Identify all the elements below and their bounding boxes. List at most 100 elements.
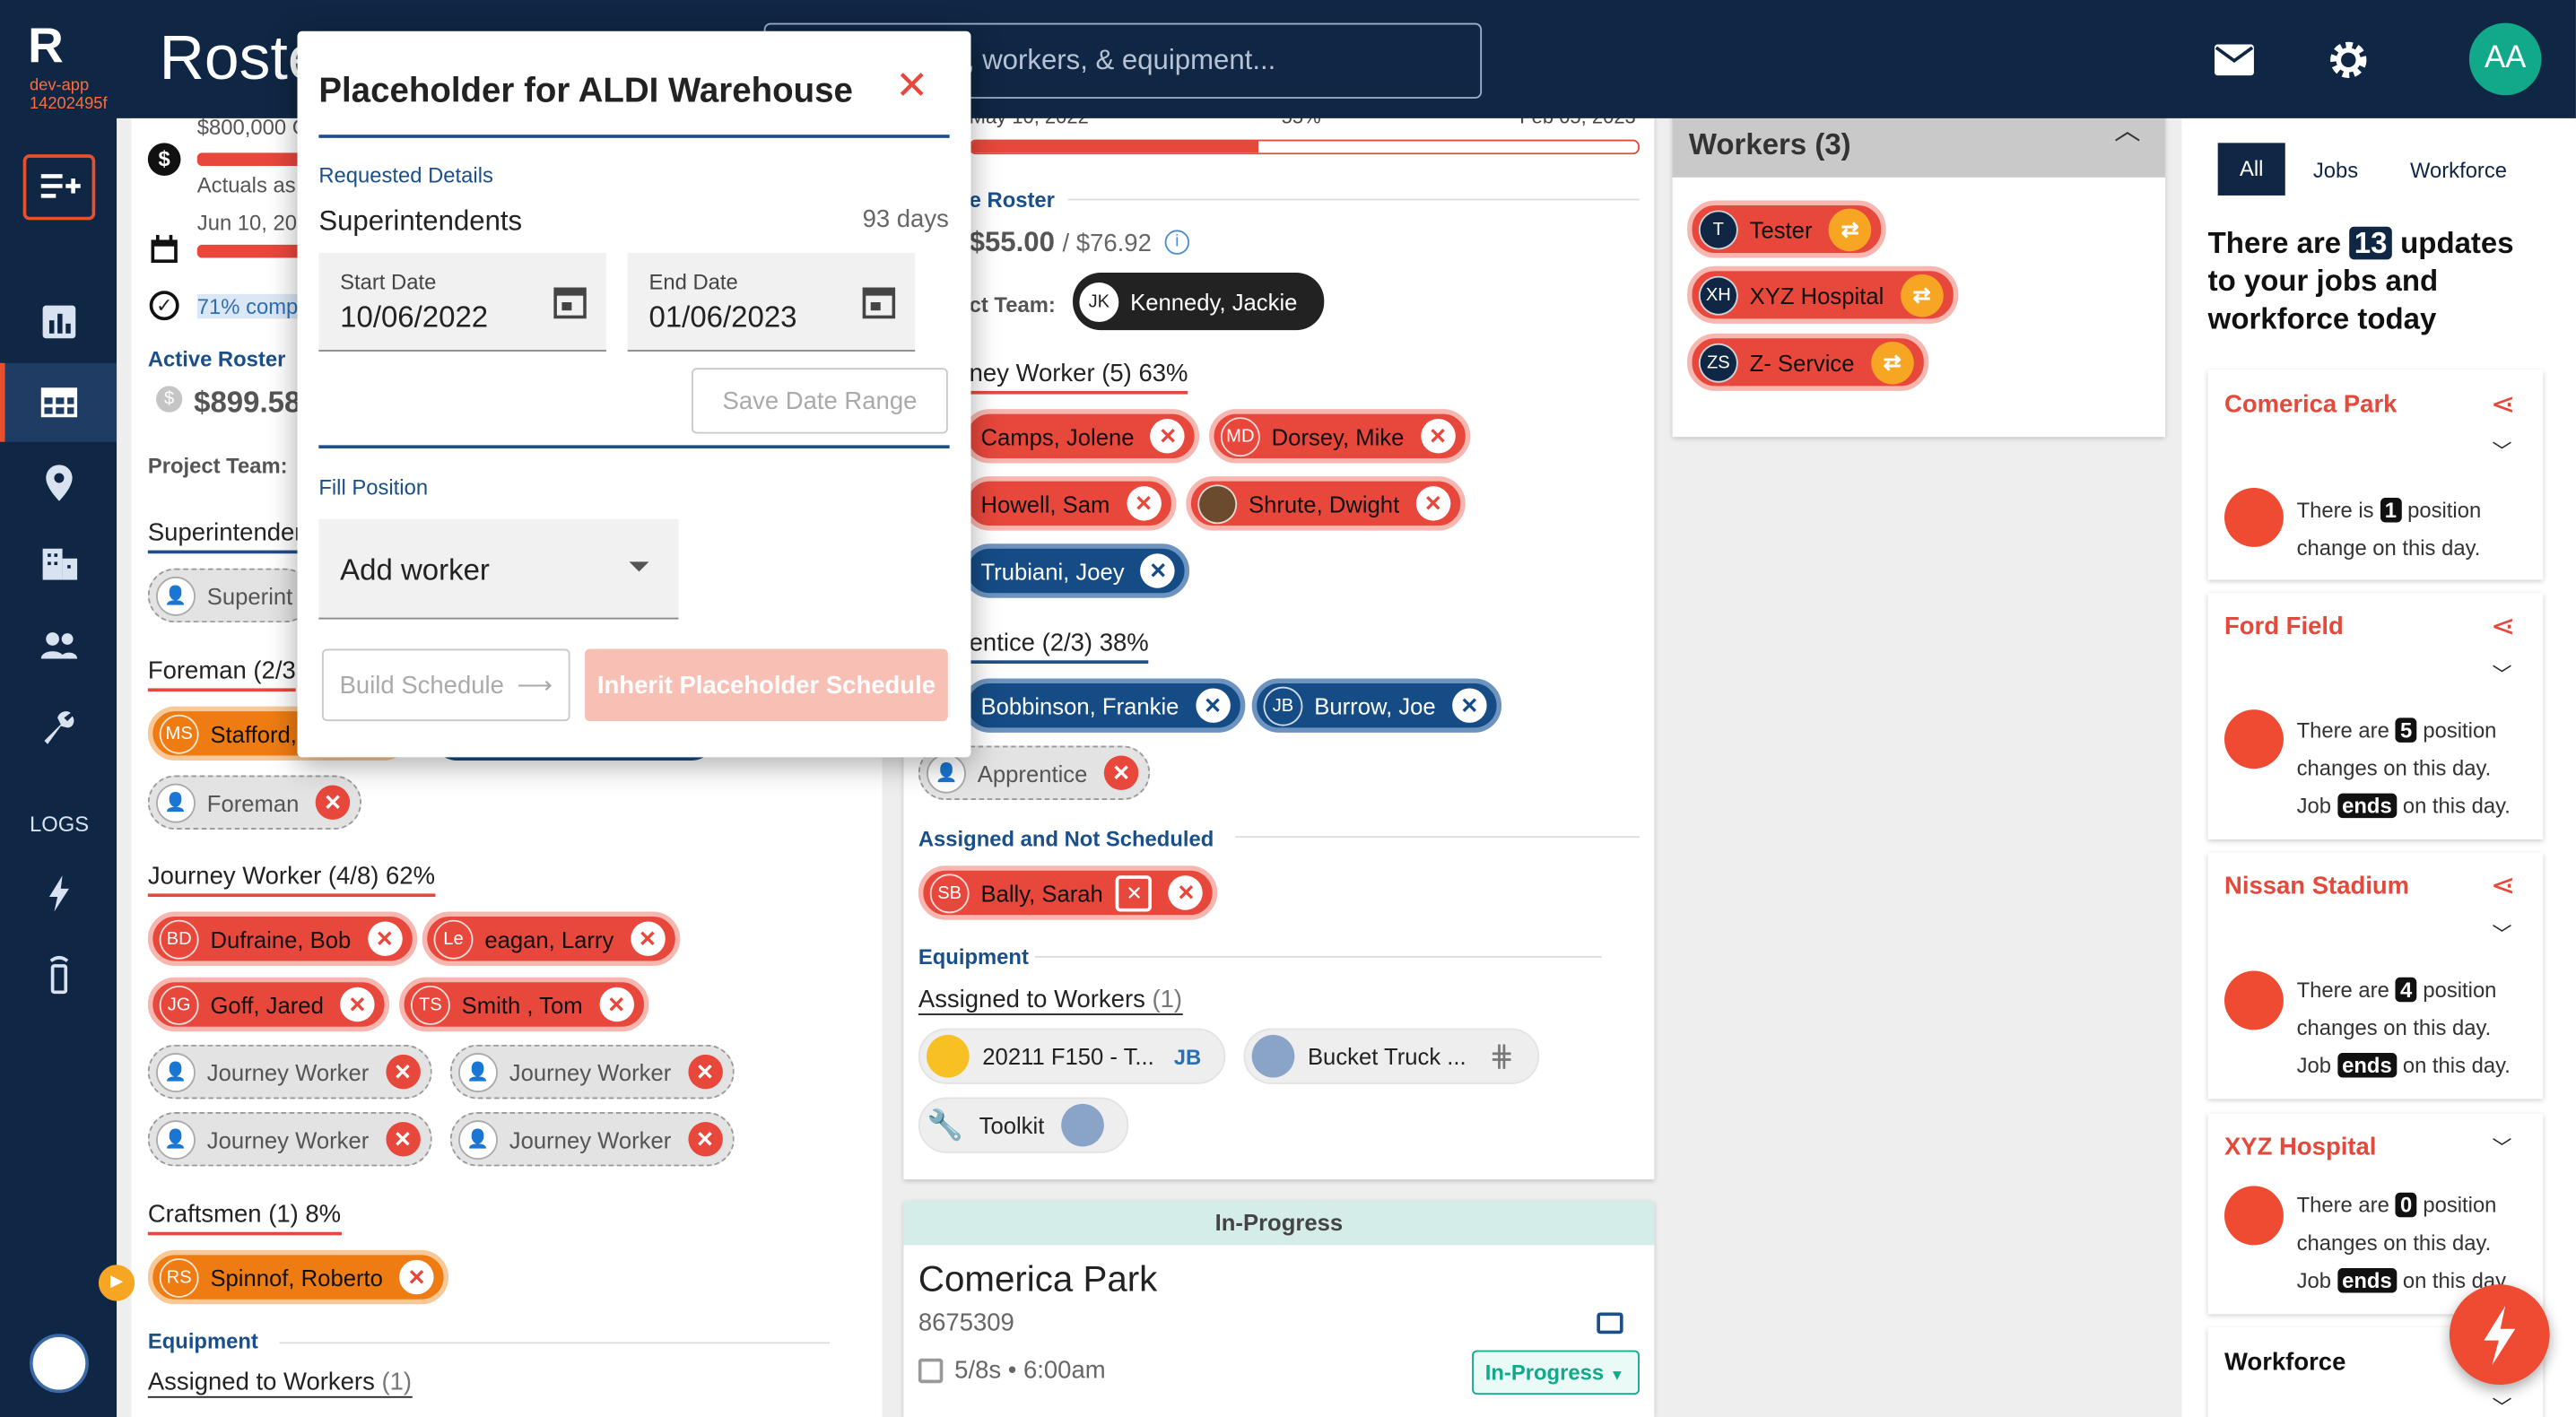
avatar <box>2224 487 2284 547</box>
remove-icon[interactable]: ✕ <box>1420 419 1456 454</box>
remove-icon[interactable]: ✕ <box>1140 553 1176 588</box>
worker-chip[interactable]: TS Smith , Tom ✕ <box>399 977 648 1032</box>
remove-icon[interactable]: ✕ <box>1195 688 1231 723</box>
worker-chip[interactable]: MD Dorsey, Mike ✕ <box>1209 409 1470 464</box>
remove-icon[interactable]: ✕ <box>367 921 403 956</box>
journey-placeholder-chip[interactable]: 👤 Journey Worker ✕ <box>449 1111 734 1167</box>
worker-chip[interactable]: Shrute, Dwight ✕ <box>1186 476 1466 531</box>
worker-chip[interactable]: Le eagan, Larry ✕ <box>422 911 680 966</box>
worker-chip[interactable]: XH XYZ Hospital ⇄ <box>1687 265 1958 324</box>
remove-icon[interactable]: ✕ <box>687 1121 723 1157</box>
user-avatar[interactable]: AA <box>2468 22 2542 96</box>
people-icon[interactable] <box>38 624 81 667</box>
remove-icon[interactable]: ✕ <box>1452 688 1487 723</box>
dollar-icon: $ <box>147 143 181 176</box>
expand-drawer-button[interactable]: ▶ <box>98 1265 135 1301</box>
journey-placeholder-chip[interactable]: 👤 Journey Worker ✕ <box>449 1044 734 1100</box>
worker-chip[interactable]: ZS Z- Service ⇄ <box>1687 333 1928 391</box>
remove-icon[interactable]: ✕ <box>315 785 351 820</box>
tab-jobs[interactable]: Jobs <box>2313 158 2358 182</box>
calendar-icon[interactable] <box>553 284 587 319</box>
tab-workforce[interactable]: Workforce <box>2410 158 2507 182</box>
remove-icon[interactable]: ✕ <box>598 987 634 1022</box>
worker-chip[interactable]: Camps, Jolene ✕ <box>962 409 1200 464</box>
quick-action-button[interactable] <box>2449 1284 2550 1386</box>
foreman-placeholder-chip[interactable]: 👤 Foreman ✕ <box>147 775 362 830</box>
equipment-chip[interactable]: 20211 F150 - T... JB <box>918 1028 1226 1084</box>
remote-icon[interactable] <box>38 952 81 995</box>
end-date-label: End Date <box>648 269 738 294</box>
avatar: JG <box>159 985 199 1025</box>
status-dropdown[interactable]: In-Progress ▼ <box>1472 1350 1640 1395</box>
chevron-down-icon[interactable]: ﹀ <box>2493 1393 2512 1417</box>
worker-chip[interactable]: SB Bally, Sarah ✕ ✕ <box>918 865 1219 920</box>
swap-icon[interactable]: ⇄ <box>1900 273 1944 317</box>
chevron-down-icon[interactable]: ﹀ <box>2493 437 2512 465</box>
remove-icon[interactable]: ✕ <box>385 1121 421 1157</box>
new-roster-button[interactable] <box>22 154 96 221</box>
remove-icon[interactable]: ✕ <box>1126 486 1162 521</box>
swap-icon[interactable]: ⇄ <box>1870 341 1914 384</box>
remove-icon[interactable]: ✕ <box>1103 755 1139 790</box>
info-icon[interactable]: i <box>1164 230 1190 255</box>
building-icon[interactable] <box>38 542 81 585</box>
avatar: JK <box>1079 282 1119 322</box>
worker-chip[interactable]: JG Goff, Jared ✕ <box>147 977 390 1032</box>
assigned-to-workers-link[interactable]: Assigned to Workers (1) <box>147 1369 413 1398</box>
calendar-icon[interactable] <box>862 284 896 319</box>
worker-chip[interactable]: T Tester ⇄ <box>1687 200 1886 258</box>
worker-chip[interactable]: Trubiani, Joey ✕ <box>962 543 1190 598</box>
comment-icon[interactable] <box>1597 1312 1623 1334</box>
avatar: MS <box>159 713 199 753</box>
calendar-icon <box>150 234 179 265</box>
worker-chip[interactable]: JB Burrow, Joe ✕ <box>1251 678 1501 733</box>
user-avatar-small[interactable] <box>29 1334 89 1394</box>
avatar <box>2224 1186 2284 1246</box>
share-icon[interactable]: ⋖ <box>2491 869 2516 903</box>
worker-chip[interactable]: Bobbinson, Frankie ✕ <box>962 678 1245 733</box>
assigned-to-workers-link[interactable]: Assigned to Workers (1) <box>918 986 1183 1015</box>
map-pin-icon[interactable] <box>38 462 81 505</box>
remove-icon[interactable]: ✕ <box>1415 486 1450 521</box>
remove-icon[interactable]: ✕ <box>340 987 375 1022</box>
wrench-icon[interactable] <box>38 705 81 748</box>
mail-icon[interactable] <box>2214 44 2254 76</box>
remove-icon[interactable]: ✕ <box>630 921 666 956</box>
avatar: Le <box>433 918 474 959</box>
journey-placeholder-chip[interactable]: 👤 Journey Worker ✕ <box>147 1111 431 1167</box>
avatar: RS <box>159 1257 199 1298</box>
equipment-chip[interactable]: 🔧 Toolkit <box>918 1097 1128 1153</box>
chevron-down-icon[interactable]: ﹀ <box>2493 1134 2512 1161</box>
schedule-icon[interactable]: ✕ <box>1116 874 1153 911</box>
save-date-range-button[interactable]: Save Date Range <box>692 368 948 434</box>
divider <box>1067 198 1640 201</box>
date-label: Jun 10, 20 <box>196 210 298 235</box>
equipment-chip[interactable]: Bucket Truck ... ⋕ <box>1243 1028 1539 1084</box>
remove-icon[interactable]: ✕ <box>385 1054 421 1090</box>
progress-bar-fill <box>970 141 1258 153</box>
superintendent-placeholder-chip[interactable]: 👤 Superint <box>147 568 313 623</box>
chevron-down-icon[interactable]: ﹀ <box>2493 660 2512 688</box>
remove-icon[interactable]: ✕ <box>399 1259 434 1295</box>
journey-placeholder-chip[interactable]: 👤 Journey Worker ✕ <box>147 1044 431 1100</box>
close-icon[interactable]: ✕ <box>895 66 928 107</box>
tab-all[interactable]: All <box>2217 143 2285 196</box>
build-schedule-button[interactable]: Build Schedule ⟶ <box>321 648 570 722</box>
person-icon: 👤 <box>156 1119 196 1160</box>
worker-chip[interactable]: BD Dufraine, Bob ✕ <box>147 911 417 966</box>
remove-icon[interactable]: ✕ <box>687 1054 723 1090</box>
analytics-icon[interactable] <box>38 300 81 343</box>
app-logo[interactable]: R <box>28 20 64 75</box>
worker-chip[interactable]: RS Spinnof, Roberto ✕ <box>147 1249 449 1305</box>
lightning-icon[interactable] <box>38 873 81 916</box>
inherit-schedule-button[interactable]: Inherit Placeholder Schedule <box>585 648 948 722</box>
team-lead-chip[interactable]: JK Kennedy, Jackie <box>1073 273 1324 331</box>
share-icon[interactable]: ⋖ <box>2491 387 2516 422</box>
remove-icon[interactable]: ✕ <box>1150 419 1186 454</box>
worker-chip[interactable]: Howell, Sam ✕ <box>962 476 1176 531</box>
gear-icon[interactable] <box>2327 38 2371 82</box>
chevron-down-icon[interactable]: ﹀ <box>2493 920 2512 948</box>
share-icon[interactable]: ⋖ <box>2491 610 2516 644</box>
remove-icon[interactable]: ✕ <box>1169 875 1204 910</box>
swap-icon[interactable]: ⇄ <box>1828 207 1872 251</box>
